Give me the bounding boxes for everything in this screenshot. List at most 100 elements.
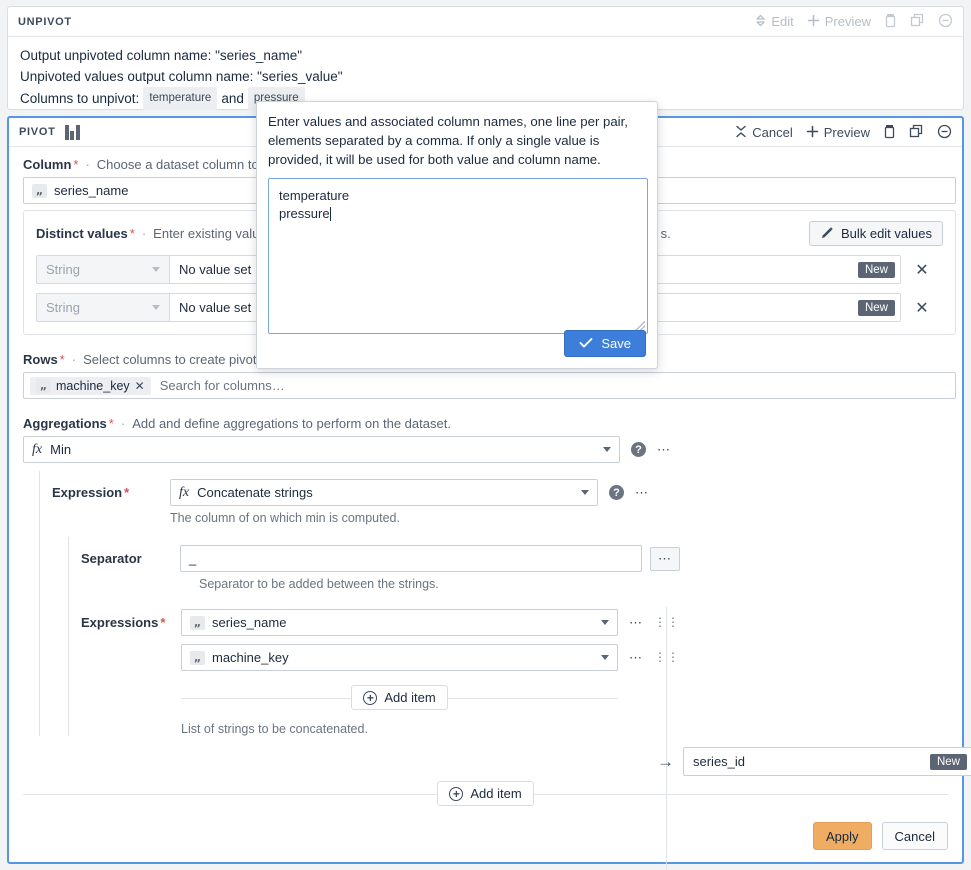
pivot-preview-button[interactable]: Preview xyxy=(806,125,870,140)
expression-item-options-button[interactable]: ⋯ xyxy=(629,615,643,631)
chevron-down-icon xyxy=(152,267,160,272)
unpivot-title: UNPIVOT xyxy=(18,15,72,28)
collapse-icon[interactable] xyxy=(937,124,952,141)
text-caret xyxy=(329,207,331,221)
aggregations-label-row: Aggregations * · Add and define aggregat… xyxy=(23,416,948,431)
required-marker: * xyxy=(108,416,114,431)
pencil-icon xyxy=(820,226,834,242)
required-marker: * xyxy=(59,352,65,367)
chevron-down-icon xyxy=(152,305,160,310)
separator-input[interactable]: _ xyxy=(180,545,642,572)
expression-item-value: series_name xyxy=(212,615,287,630)
aggregations-description: Add and define aggregations to perform o… xyxy=(132,416,451,431)
drag-handle-icon[interactable]: ⋮⋮ xyxy=(654,651,680,663)
unpivot-edit-label: Edit xyxy=(771,14,794,29)
aggregations-add-item-button[interactable]: + Add item xyxy=(437,781,534,806)
expressions-label: Expressions * xyxy=(81,609,181,630)
label-separator: · xyxy=(85,157,90,172)
distinct-value-text: No value set xyxy=(179,300,252,315)
unpivot-output-column-line: Output unpivoted column name: "series_na… xyxy=(20,48,302,63)
expression-options-button[interactable]: ⋯ xyxy=(635,485,649,501)
updown-chevrons-icon xyxy=(755,14,766,29)
aggregations-add-item-row: + Add item xyxy=(23,781,948,806)
distinct-value-text: No value set xyxy=(179,262,252,277)
expression-block: Expression * fx Concatenate strings ? ⋯ T… xyxy=(39,471,680,736)
expressions-add-item-row: + Add item xyxy=(181,685,618,710)
rows-column-token-label: machine_key xyxy=(56,378,130,393)
delete-icon[interactable] xyxy=(884,13,897,30)
rows-label: Rows xyxy=(23,352,58,367)
unpivot-header-actions: Edit Preview xyxy=(755,13,953,30)
aggregation-output-input[interactable]: series_id New xyxy=(683,747,971,776)
pivot-footer: Apply Cancel xyxy=(813,822,948,850)
unpivot-card-header: UNPIVOT Edit Preview xyxy=(8,7,963,37)
unpivot-columns-conjunction: and xyxy=(221,91,244,106)
chevron-down-icon xyxy=(601,620,609,625)
expression-item-options-button[interactable]: ⋯ xyxy=(629,650,643,666)
distinct-value-type-select[interactable]: String xyxy=(36,255,169,284)
help-icon[interactable]: ? xyxy=(631,442,646,457)
duplicate-icon[interactable] xyxy=(910,13,925,30)
remove-token-icon[interactable]: ✕ xyxy=(135,379,145,393)
required-marker: * xyxy=(73,157,79,172)
distinct-values-description-tail: s. xyxy=(660,226,671,241)
drag-handle-icon[interactable]: ⋮⋮ xyxy=(654,616,680,628)
bulk-edit-values-button[interactable]: Bulk edit values xyxy=(808,221,943,246)
separator-row: Separator _ ⋯ xyxy=(81,545,680,572)
rows-columns-input[interactable]: „ machine_key ✕ Search for columns… xyxy=(23,372,956,399)
label-separator: · xyxy=(141,226,147,241)
pivot-cancel-label: Cancel xyxy=(752,124,793,140)
duplicate-icon[interactable] xyxy=(909,124,924,141)
column-description: Choose a dataset column to xyxy=(96,157,259,172)
column-select-value: series_name xyxy=(54,183,129,198)
bulk-edit-save-button[interactable]: Save xyxy=(564,330,646,357)
expression-item-select[interactable]: „ series_name xyxy=(181,609,618,636)
rows-search-placeholder: Search for columns… xyxy=(159,378,285,393)
label-separator: · xyxy=(71,352,77,367)
aggregation-output-value: series_id xyxy=(693,754,746,769)
column-label: Column xyxy=(23,157,72,172)
cancel-button[interactable]: Cancel xyxy=(881,822,948,850)
apply-button[interactable]: Apply xyxy=(813,822,872,850)
distinct-value-type-select[interactable]: String xyxy=(36,293,169,322)
separator-value: _ xyxy=(189,551,197,566)
unpivot-values-column-line: Unpivoted values output column name: "se… xyxy=(20,69,343,84)
chevron-down-icon xyxy=(603,447,611,452)
unpivot-edit-button[interactable]: Edit xyxy=(755,14,794,29)
rows-column-token[interactable]: „ machine_key ✕ xyxy=(30,376,151,395)
pivot-cancel-button[interactable]: Cancel xyxy=(735,124,793,140)
expressions-add-item-button[interactable]: + Add item xyxy=(351,685,448,710)
string-type-icon: „ xyxy=(190,650,205,665)
expressions-list: „ series_name ⋯ ⋮⋮ „ machine_key ⋯ ⋮⋮ + … xyxy=(181,609,680,736)
distinct-value-type-label: String xyxy=(46,300,80,315)
expression-label-text: Expression xyxy=(52,485,123,500)
collapse-icon[interactable] xyxy=(938,13,953,30)
unpivot-card: UNPIVOT Edit Preview Output unpivoted co… xyxy=(7,6,964,110)
aggregations-add-item-label: Add item xyxy=(470,786,522,801)
expression-value: Concatenate strings xyxy=(197,485,313,500)
aggregation-options-button[interactable]: ⋯ xyxy=(657,442,671,458)
bulk-edit-textarea-value: temperature pressure xyxy=(279,188,350,221)
bulk-edit-values-label: Bulk edit values xyxy=(840,226,932,241)
remove-distinct-value-button[interactable]: ✕ xyxy=(901,260,943,280)
aggregation-function-select[interactable]: fx Min xyxy=(23,436,620,463)
required-marker: * xyxy=(160,615,166,630)
unpivot-preview-label: Preview xyxy=(824,14,871,29)
required-marker: * xyxy=(124,485,130,500)
delete-icon[interactable] xyxy=(883,124,896,141)
expression-item-value: machine_key xyxy=(212,650,289,665)
expression-select[interactable]: fx Concatenate strings xyxy=(170,479,598,506)
expression-item: „ machine_key ⋯ ⋮⋮ xyxy=(181,644,680,671)
unpivot-preview-button[interactable]: Preview xyxy=(807,14,871,29)
bulk-edit-textarea[interactable]: temperature pressure xyxy=(268,178,648,334)
distinct-value-type-label: String xyxy=(46,262,80,277)
aggregation-output-row: → series_id New xyxy=(657,747,971,776)
help-icon[interactable]: ? xyxy=(609,485,624,500)
expression-item-select[interactable]: „ machine_key xyxy=(181,644,618,671)
separator-options-button[interactable]: ⋯ xyxy=(650,546,680,571)
aggregation-divider xyxy=(666,607,667,870)
collapse-arrows-icon xyxy=(735,125,747,140)
pivot-title: PIVOT xyxy=(19,126,56,138)
expression-label: Expression * xyxy=(52,485,170,500)
remove-distinct-value-button[interactable]: ✕ xyxy=(901,298,943,318)
